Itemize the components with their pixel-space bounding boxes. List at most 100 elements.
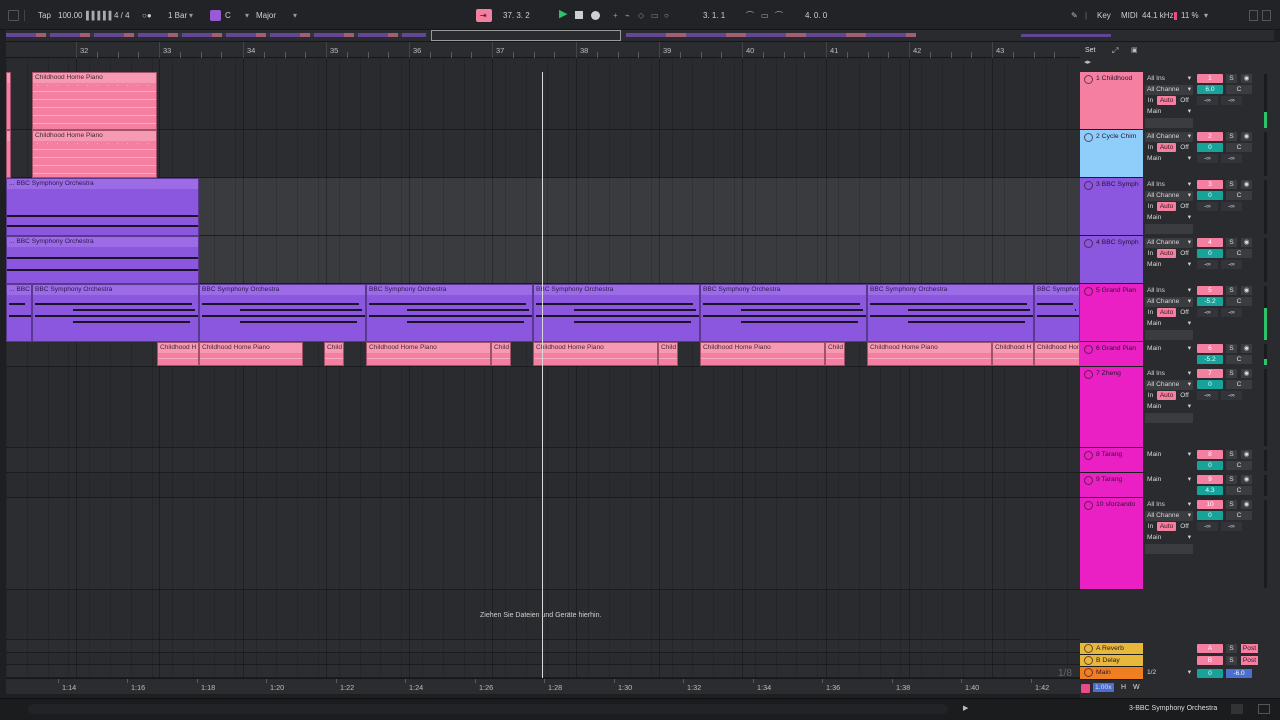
midi-clip[interactable]: BBC Symphony Orchestra [199, 284, 366, 342]
arm-icon[interactable]: ◉ [1241, 500, 1252, 509]
arrangement-overview[interactable] [6, 30, 1274, 42]
track-activator[interactable]: 6 [1197, 344, 1223, 353]
arm-icon[interactable]: ◉ [1241, 369, 1252, 378]
mixer-view-icon[interactable] [1081, 684, 1090, 693]
monitor-off[interactable]: Off [1178, 249, 1191, 258]
beat-ruler[interactable]: 32 33 34 35 36 37 38 39 40 41 42 43 [6, 42, 1080, 58]
height-toggle[interactable]: H [1121, 684, 1126, 691]
track-header[interactable]: 4 BBC Symph [1080, 236, 1143, 284]
input-type-select[interactable]: All Ins ▾ [1145, 500, 1193, 510]
track-lane[interactable] [6, 665, 1080, 678]
punch-out-icon[interactable]: ⌒ [775, 11, 783, 21]
monitor-in[interactable]: In [1146, 391, 1155, 400]
width-toggle[interactable]: W [1133, 684, 1140, 691]
volume-field[interactable]: 0 [1197, 461, 1223, 470]
output-select[interactable]: Main ▾ [1145, 260, 1193, 270]
session-record-icon[interactable]: ○ [664, 11, 669, 21]
arm-icon[interactable]: ◉ [1241, 180, 1252, 189]
arm-icon[interactable]: ◉ [1241, 132, 1252, 141]
midi-clip[interactable]: ... BBC Symphony Orchestra [6, 178, 199, 236]
solo-button[interactable]: S [1226, 450, 1237, 459]
set-button[interactable]: Set [1085, 47, 1096, 54]
solo-button[interactable]: S [1226, 180, 1237, 189]
monitor-in[interactable]: In [1146, 308, 1155, 317]
play-icon[interactable]: ▶ [963, 704, 968, 712]
arm-icon[interactable]: ◉ [1241, 238, 1252, 247]
quantize-select[interactable]: 1 Bar [168, 11, 187, 21]
track-lane[interactable] [6, 72, 1080, 130]
output-select[interactable]: Main ▾ [1145, 402, 1193, 412]
track-lane[interactable] [6, 473, 1080, 498]
fold-icon[interactable] [1084, 287, 1093, 296]
volume-field[interactable]: -5.2 [1197, 297, 1223, 306]
pan-field[interactable]: C [1226, 355, 1252, 364]
track-activator[interactable]: B [1197, 656, 1223, 665]
track-activator[interactable]: 4 [1197, 238, 1223, 247]
pan-field[interactable]: C [1226, 191, 1252, 200]
zoom-level[interactable]: 1.00x [1093, 683, 1114, 692]
monitor-in[interactable]: In [1146, 96, 1155, 105]
monitor-in[interactable]: In [1146, 249, 1155, 258]
pan-field[interactable]: -6.0 [1226, 669, 1252, 678]
return-track-header[interactable]: B Delay [1080, 655, 1143, 667]
midi-clip[interactable]: BBC Symphony Orchestra [867, 284, 1034, 342]
cue-out-select[interactable]: 1/2 ▾ [1145, 668, 1193, 678]
record-icon[interactable] [591, 11, 600, 20]
midi-clip[interactable]: BBC Symphony Orchestra [533, 284, 700, 342]
fold-icon[interactable] [1084, 345, 1093, 354]
overdub-icon[interactable]: + [613, 11, 618, 21]
fold-icon[interactable] [1084, 370, 1093, 379]
monitor-off[interactable]: Off [1178, 391, 1191, 400]
midi-clip[interactable]: Child [324, 342, 344, 366]
midi-clip[interactable]: Childhood Home Piano [199, 342, 303, 366]
output-select[interactable]: Main ▾ [1145, 213, 1193, 223]
automation-arm-icon[interactable]: ⌁ [625, 11, 630, 21]
volume-field[interactable]: 0 [1197, 380, 1223, 389]
input-type-select[interactable]: All Ins ▾ [1145, 180, 1193, 190]
fold-icon[interactable] [1084, 656, 1093, 665]
track-lane[interactable] [6, 653, 1080, 665]
fold-icon[interactable] [1084, 181, 1093, 190]
key-select[interactable]: C [225, 11, 231, 21]
device-icon[interactable] [1258, 704, 1270, 714]
track-lane[interactable] [6, 640, 1080, 653]
midi-clip[interactable]: Child [491, 342, 511, 366]
input-channel-select[interactable]: All Channe ▾ [1145, 238, 1193, 248]
monitor-auto[interactable]: Auto [1157, 391, 1176, 400]
scale-select[interactable]: Major [256, 11, 276, 21]
track-header[interactable]: 6 Grand Pian [1080, 342, 1143, 367]
track-activator[interactable]: 10 [1197, 500, 1223, 509]
pan-field[interactable]: C [1226, 461, 1252, 470]
scrollbar[interactable] [28, 704, 948, 714]
time-signature[interactable]: 4 / 4 [114, 11, 130, 21]
input-type-select[interactable]: All Ins ▾ [1145, 286, 1193, 296]
key-map-button[interactable]: Key [1097, 11, 1111, 21]
tempo-field[interactable]: 100.00 [58, 11, 82, 21]
track-header[interactable]: 10 sforzando [1080, 498, 1143, 590]
midi-clip[interactable]: Childhood Home Piano [32, 130, 157, 178]
midi-clip[interactable]: Childhood Home Piano [32, 72, 157, 130]
chevron-down-icon[interactable]: ▾ [1204, 11, 1208, 21]
arm-icon[interactable]: ◉ [1241, 344, 1252, 353]
solo-button[interactable]: S [1226, 74, 1237, 83]
arrangement-view[interactable]: Childhood Home Piano Childhood Home Piano… [6, 58, 1080, 678]
loop-icon[interactable]: ▭ [761, 11, 769, 21]
track-activator[interactable]: 9 [1197, 475, 1223, 484]
solo-button[interactable]: S [1226, 286, 1237, 295]
arm-icon[interactable]: ◉ [1241, 74, 1252, 83]
midi-clip[interactable]: ... BBC Symphony Orchestra [6, 236, 199, 284]
monitor-in[interactable]: In [1146, 143, 1155, 152]
output-select[interactable]: Main ▾ [1145, 319, 1193, 329]
fold-icon[interactable] [1084, 239, 1093, 248]
arm-icon[interactable]: ◉ [1241, 475, 1252, 484]
midi-clip[interactable]: Childhood Home Piano [1034, 342, 1080, 366]
pan-field[interactable]: C [1226, 486, 1252, 495]
post-button[interactable]: Post [1241, 656, 1258, 665]
track-lane[interactable] [6, 367, 1080, 448]
midi-clip[interactable]: Childhood Home Piano [533, 342, 658, 366]
draw-mode-icon[interactable]: ✎ [1071, 11, 1078, 21]
volume-field[interactable]: 0 [1197, 249, 1223, 258]
track-activator[interactable]: A [1197, 644, 1223, 653]
expand-icon[interactable]: ⤢ [1112, 46, 1118, 56]
pan-field[interactable]: C [1226, 85, 1252, 94]
